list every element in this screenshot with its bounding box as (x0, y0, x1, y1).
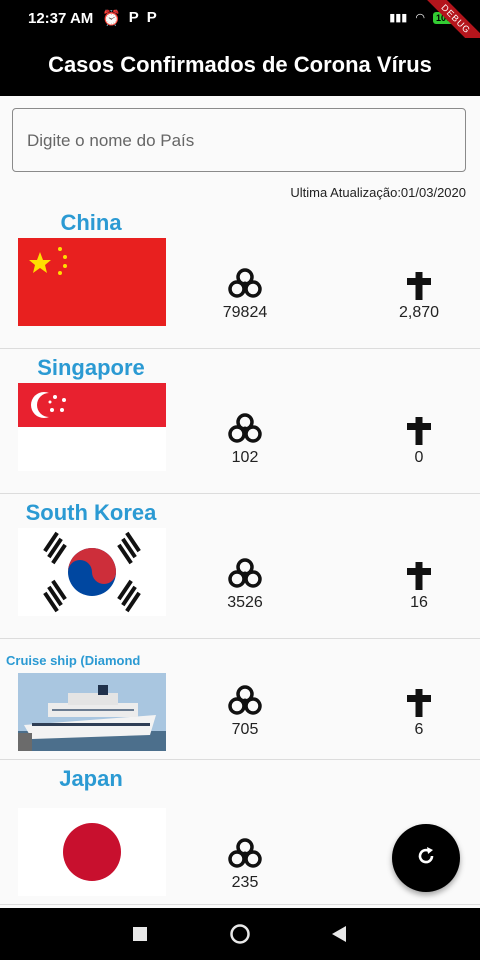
search-input[interactable] (13, 109, 449, 173)
cruise-ship-image (18, 673, 166, 751)
china-flag-image (18, 238, 166, 326)
status-bar: 12:37 AM ⏰ P P ▮▮▮ ◠ 100 DEBUG (0, 0, 480, 60)
japan-flag-image (18, 808, 166, 896)
wifi-icon: ◠ (415, 12, 425, 24)
cross-icon (388, 562, 450, 590)
page-title: Casos Confirmados de Corona Vírus (48, 52, 432, 77)
biohazard-icon (214, 268, 276, 300)
deaths-column: 0 (388, 417, 450, 467)
biohazard-icon (214, 413, 276, 445)
deaths-column: 6 (388, 689, 450, 739)
biohazard-icon (214, 685, 276, 717)
deaths-count: 6 (414, 721, 424, 738)
cross-icon (388, 417, 450, 445)
biohazard-icon (214, 838, 276, 870)
cases-count: 79824 (222, 304, 268, 321)
cases-column: 705 (214, 685, 276, 739)
back-button[interactable] (330, 926, 346, 947)
country-name: Singapore (37, 355, 145, 380)
app-bar: Casos Confirmados de Corona Vírus (0, 38, 480, 96)
p-icon: P (146, 9, 157, 26)
home-button[interactable] (229, 923, 251, 950)
search-field[interactable] (12, 108, 466, 173)
recents-button[interactable] (133, 927, 147, 946)
deaths-count: 0 (414, 449, 424, 466)
biohazard-icon (214, 558, 276, 590)
country-name: Cruise ship (Diamond (6, 653, 141, 668)
signal-icon: ▮▮▮ (389, 12, 408, 24)
country-row-singapore[interactable]: Singapore 102 0 (0, 349, 480, 494)
cases-column: 235 (214, 838, 276, 892)
last-update-label: Ultima Atualização:01/03/2020 (290, 185, 466, 200)
cases-column: 3526 (214, 558, 276, 612)
deaths-count: 16 (410, 594, 428, 611)
country-row-south-korea[interactable]: South Korea 3526 16 (0, 494, 480, 639)
cross-icon (388, 689, 450, 717)
country-row-cruise-ship[interactable]: Cruise ship (Diamond 705 6 (0, 639, 480, 760)
cases-count: 3526 (227, 594, 263, 611)
south-korea-flag-image (18, 528, 166, 616)
deaths-count: 2,870 (398, 304, 440, 321)
cases-column: 79824 (214, 268, 276, 322)
country-row-china[interactable]: China 79824 2,870 (0, 204, 480, 349)
refresh-icon (414, 844, 438, 873)
cases-column: 102 (214, 413, 276, 467)
country-name: South Korea (25, 500, 157, 525)
refresh-button[interactable] (392, 824, 460, 892)
singapore-flag-image (18, 383, 166, 471)
p-icon: P (128, 9, 139, 26)
cases-count: 705 (231, 721, 259, 738)
country-name: China (60, 210, 122, 235)
cases-count: 102 (231, 449, 259, 466)
alarm-icon: ⏰ (102, 10, 121, 27)
notification-icons: ⏰ P P (102, 9, 157, 27)
country-list[interactable]: China 79824 2,870 Singapore 102 0 South … (0, 204, 480, 905)
deaths-column: 2,870 (388, 272, 450, 322)
deaths-column: 16 (388, 562, 450, 612)
system-nav-bar (0, 908, 480, 960)
cross-icon (388, 272, 450, 300)
status-time: 12:37 AM (28, 10, 94, 27)
country-name: Japan (59, 766, 123, 791)
cases-count: 235 (231, 874, 259, 891)
